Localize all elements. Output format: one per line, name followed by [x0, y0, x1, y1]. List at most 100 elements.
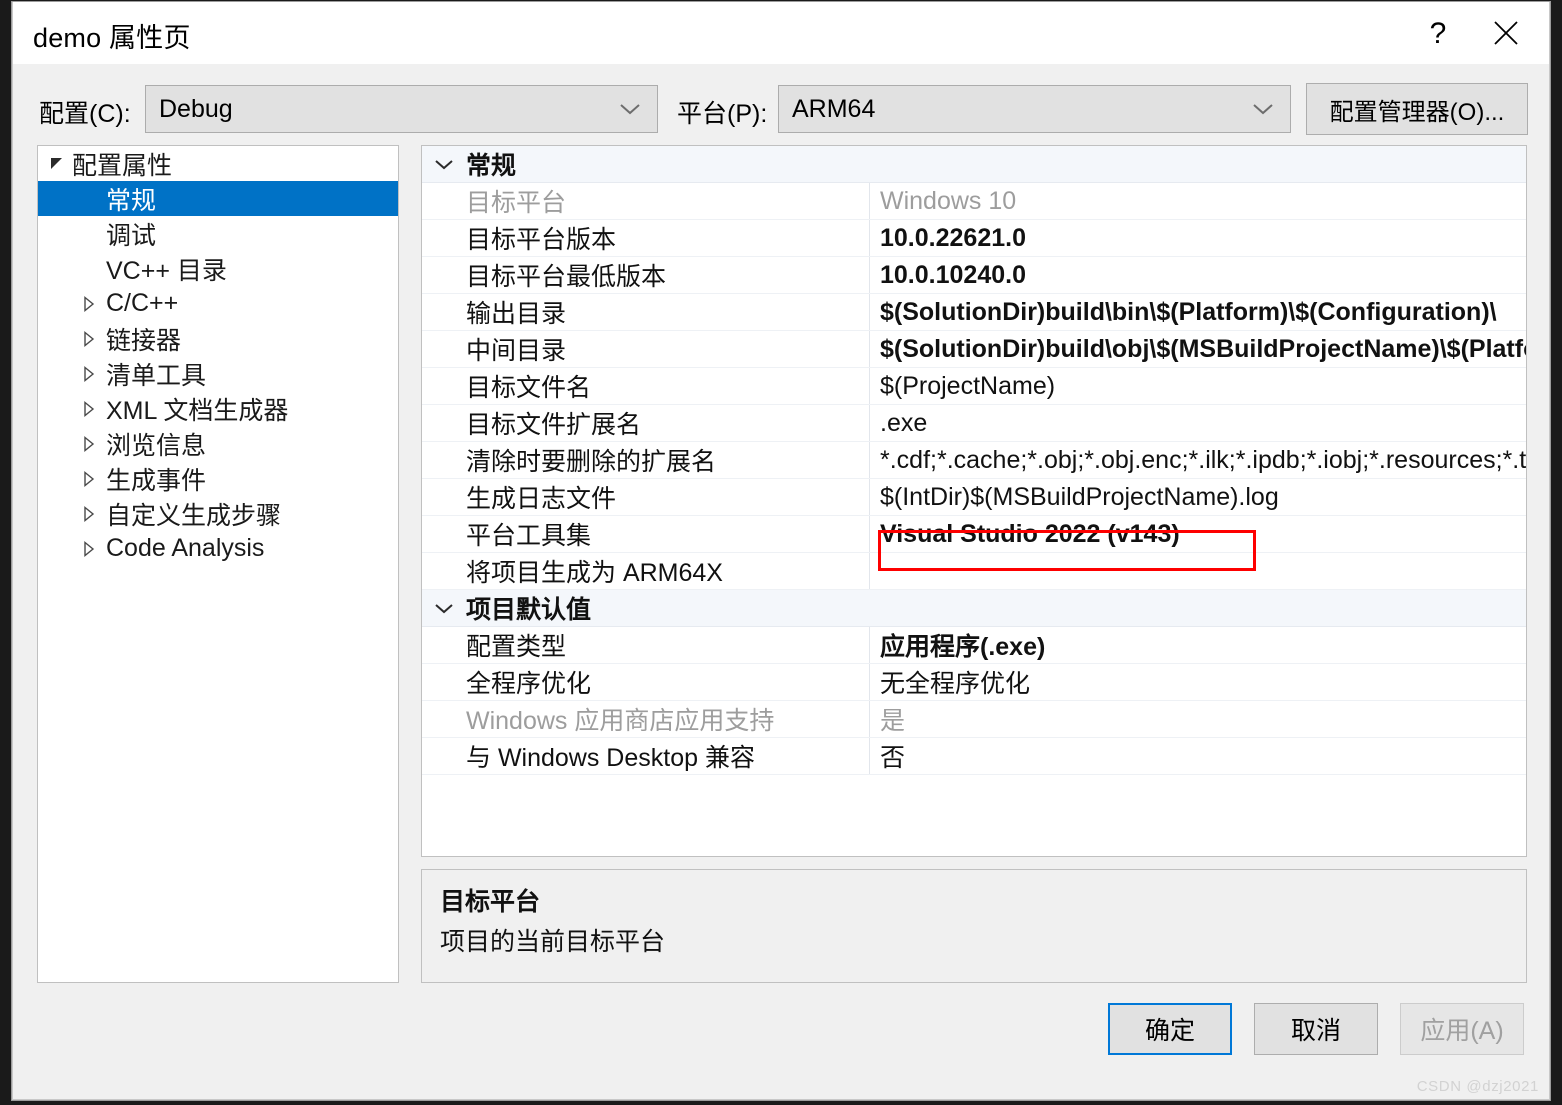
- grid-row[interactable]: 生成日志文件 $(IntDir)$(MSBuildProjectName).log: [422, 479, 1526, 516]
- grid-row[interactable]: 目标文件扩展名 .exe: [422, 405, 1526, 442]
- grid-row-name: 全程序优化: [422, 664, 870, 700]
- tree-item-0[interactable]: 配置属性: [38, 146, 398, 181]
- grid-category-header[interactable]: 项目默认值: [422, 590, 1526, 627]
- grid-row-name: 目标平台最低版本: [422, 257, 870, 293]
- triangle-collapsed-icon[interactable]: [76, 470, 102, 488]
- triangle-collapsed-icon[interactable]: [76, 505, 102, 523]
- grid-row-name: 与 Windows Desktop 兼容: [422, 738, 870, 774]
- grid-row[interactable]: 与 Windows Desktop 兼容否: [422, 738, 1526, 775]
- apply-button: 应用(A): [1400, 1003, 1524, 1055]
- chevron-down-icon[interactable]: [422, 157, 466, 171]
- grid-row[interactable]: 目标平台 Windows 10: [422, 183, 1526, 220]
- grid-row-value[interactable]: *.cdf;*.cache;*.obj;*.obj.enc;*.ilk;*.ip…: [870, 442, 1526, 478]
- grid-row[interactable]: 输出目录 $(SolutionDir)build\bin\$(Platform)\…: [422, 294, 1526, 331]
- grid-row-value[interactable]: [870, 553, 1526, 589]
- triangle-collapsed-icon[interactable]: [76, 330, 102, 348]
- watermark: CSDN @dzj2021: [1416, 1078, 1539, 1095]
- grid-row-name: Windows 应用商店应用支持: [422, 701, 870, 737]
- tree-item-label: 浏览信息: [106, 431, 207, 460]
- grid-row-value[interactable]: $(IntDir)$(MSBuildProjectName).log: [870, 479, 1526, 515]
- grid-row-value[interactable]: 是: [870, 701, 1526, 737]
- triangle-expanded-icon[interactable]: [44, 155, 70, 173]
- triangle-collapsed-icon[interactable]: [76, 435, 102, 453]
- tree-item-10[interactable]: 自定义生成步骤: [38, 496, 398, 531]
- grid-row-value[interactable]: Windows 10: [870, 183, 1526, 219]
- grid-row-name: 平台工具集: [422, 516, 870, 552]
- grid-row-value[interactable]: $(SolutionDir)build\obj\$(MSBuildProject…: [870, 331, 1526, 367]
- grid-row[interactable]: 清除时要删除的扩展名 *.cdf;*.cache;*.obj;*.obj.enc;…: [422, 442, 1526, 479]
- grid-row[interactable]: 中间目录 $(SolutionDir)build\obj\$(MSBuildPro…: [422, 331, 1526, 368]
- tree-item-5[interactable]: 链接器: [38, 321, 398, 356]
- grid-category-header[interactable]: 常规: [422, 146, 1526, 183]
- tree-item-label: XML 文档生成器: [106, 396, 289, 425]
- tree-item-9[interactable]: 生成事件: [38, 461, 398, 496]
- description-pane: 目标平台 项目的当前目标平台: [421, 869, 1527, 983]
- tree-item-label: 生成事件: [106, 466, 207, 495]
- grid-row-value[interactable]: 无全程序优化: [870, 664, 1526, 700]
- tree-item-label: 配置属性: [72, 151, 173, 180]
- grid-row[interactable]: 目标平台最低版本 10.0.10240.0: [422, 257, 1526, 294]
- triangle-collapsed-icon[interactable]: [76, 295, 102, 313]
- grid-row[interactable]: 目标文件名 $(ProjectName): [422, 368, 1526, 405]
- grid-category-label: 项目默认值: [466, 596, 592, 624]
- triangle-collapsed-icon[interactable]: [76, 400, 102, 418]
- grid-row-name: 清除时要删除的扩展名: [422, 442, 870, 478]
- dialog-footer: 确定 取消 应用(A) CSDN @dzj2021: [13, 987, 1549, 1099]
- triangle-collapsed-icon[interactable]: [76, 540, 102, 558]
- chevron-down-icon: [619, 102, 641, 116]
- close-icon: [1494, 21, 1518, 45]
- chevron-down-icon: [1252, 102, 1274, 116]
- grid-row-name: 生成日志文件: [422, 479, 870, 515]
- tree-item-label: 调试: [106, 221, 157, 250]
- grid-row[interactable]: 配置类型 应用程序(.exe): [422, 627, 1526, 664]
- grid-row-name: 输出目录: [422, 294, 870, 330]
- question-mark-icon: ?: [1430, 17, 1447, 50]
- chevron-down-icon[interactable]: [422, 601, 466, 615]
- grid-row-value[interactable]: 否: [870, 738, 1526, 774]
- configuration-manager-button[interactable]: 配置管理器(O)...: [1306, 83, 1528, 135]
- grid-row[interactable]: 将项目生成为 ARM64X: [422, 553, 1526, 590]
- grid-row-value[interactable]: 应用程序(.exe): [870, 627, 1526, 663]
- triangle-collapsed-icon[interactable]: [76, 365, 102, 383]
- help-button[interactable]: ?: [1405, 2, 1471, 64]
- tree-item-8[interactable]: 浏览信息: [38, 426, 398, 461]
- grid-row-value[interactable]: $(ProjectName): [870, 368, 1526, 404]
- tree-item-1[interactable]: 常规: [38, 181, 398, 216]
- tree-item-label: C/C++: [106, 289, 179, 317]
- tree-item-label: Code Analysis: [106, 534, 265, 562]
- platform-label: 平台(P):: [677, 100, 768, 128]
- grid-row-value[interactable]: $(SolutionDir)build\bin\$(Platform)\$(Co…: [870, 294, 1526, 330]
- property-grid[interactable]: 常规目标平台 Windows 10 目标平台版本 10.0.22621.0 目标平台最低…: [421, 145, 1527, 857]
- grid-row-value[interactable]: 10.0.22621.0: [870, 220, 1526, 256]
- platform-dropdown[interactable]: ARM64: [778, 85, 1291, 133]
- grid-row[interactable]: 目标平台版本 10.0.22621.0: [422, 220, 1526, 257]
- configuration-bar: 配置(C): Debug 平台(P): ARM64 配置管理器(O)...: [13, 64, 1549, 154]
- tree-item-4[interactable]: C/C++: [38, 286, 398, 321]
- grid-category-label: 常规: [466, 152, 517, 180]
- close-button[interactable]: [1473, 2, 1539, 64]
- grid-row-value[interactable]: 10.0.10240.0: [870, 257, 1526, 293]
- grid-row-name: 将项目生成为 ARM64X: [422, 553, 870, 589]
- grid-row-name: 目标文件名: [422, 368, 870, 404]
- grid-row[interactable]: 平台工具集 Visual Studio 2022 (v143): [422, 516, 1526, 553]
- grid-row-value[interactable]: Visual Studio 2022 (v143): [870, 516, 1526, 552]
- grid-row[interactable]: 全程序优化 无全程序优化: [422, 664, 1526, 701]
- ok-button[interactable]: 确定: [1108, 1003, 1232, 1055]
- tree-item-label: 链接器: [106, 326, 182, 355]
- grid-row-name: 配置类型: [422, 627, 870, 663]
- grid-row-name: 中间目录: [422, 331, 870, 367]
- configuration-tree[interactable]: 配置属性 常规调试 VC++ 目录 C/C++ 链接器 清单工具 XML 文档生成器 浏览信息…: [37, 145, 399, 983]
- description-body: 项目的当前目标平台: [440, 928, 666, 956]
- grid-row[interactable]: Windows 应用商店应用支持是: [422, 701, 1526, 738]
- tree-item-2[interactable]: 调试: [38, 216, 398, 251]
- tree-item-11[interactable]: Code Analysis: [38, 531, 398, 566]
- grid-row-value[interactable]: .exe: [870, 405, 1526, 441]
- cancel-button[interactable]: 取消: [1254, 1003, 1378, 1055]
- tree-item-7[interactable]: XML 文档生成器: [38, 391, 398, 426]
- configuration-dropdown[interactable]: Debug: [145, 85, 658, 133]
- tree-item-6[interactable]: 清单工具: [38, 356, 398, 391]
- tree-item-3[interactable]: VC++ 目录: [38, 251, 398, 286]
- configuration-label: 配置(C):: [39, 100, 131, 128]
- tree-item-label: VC++ 目录: [106, 256, 227, 285]
- title-bar: demo 属性页 ?: [13, 2, 1549, 64]
